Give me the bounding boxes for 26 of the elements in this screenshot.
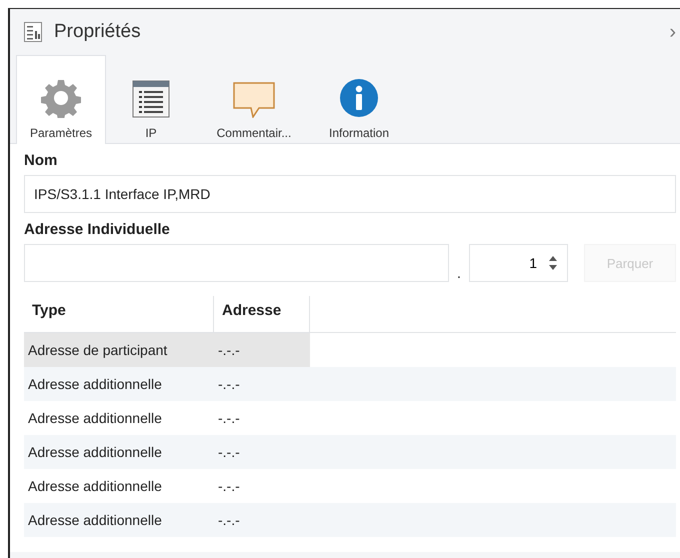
- name-field[interactable]: IPS/S3.1.1 Interface IP,MRD: [24, 175, 676, 213]
- table-cell: -.-.-: [214, 333, 310, 367]
- table-cell: Adresse additionnelle: [24, 503, 214, 537]
- table-cell: Adresse additionnelle: [24, 435, 214, 469]
- table-cell: Adresse de participant: [24, 333, 214, 367]
- table-cell: -.-.-: [214, 503, 310, 537]
- properties-icon: [24, 22, 42, 42]
- tab[interactable]: Information: [312, 55, 406, 144]
- field-label: Adresse Individuelle: [24, 221, 171, 238]
- address-field[interactable]: [24, 244, 449, 282]
- collapse-button[interactable]: ›: [669, 20, 676, 44]
- table-cell: Adresse additionnelle: [24, 367, 214, 401]
- tab[interactable]: Commentair...: [196, 55, 312, 144]
- tab[interactable]: IP: [106, 55, 196, 144]
- gear-icon: [41, 78, 81, 118]
- tab[interactable]: Paramètres: [16, 55, 106, 144]
- field-label: Nom: [24, 152, 58, 169]
- spinner-arrows-icon: [549, 255, 557, 271]
- number-spinner[interactable]: 1: [469, 244, 568, 282]
- info-icon: [339, 78, 379, 118]
- speech-bubble-icon: [233, 82, 275, 118]
- table-cell: -.-.-: [214, 367, 310, 401]
- list-window-icon: [132, 80, 170, 118]
- table-cell: -.-.-: [214, 435, 310, 469]
- separator-text: .: [456, 265, 462, 282]
- panel-title: Propriétés: [54, 21, 142, 43]
